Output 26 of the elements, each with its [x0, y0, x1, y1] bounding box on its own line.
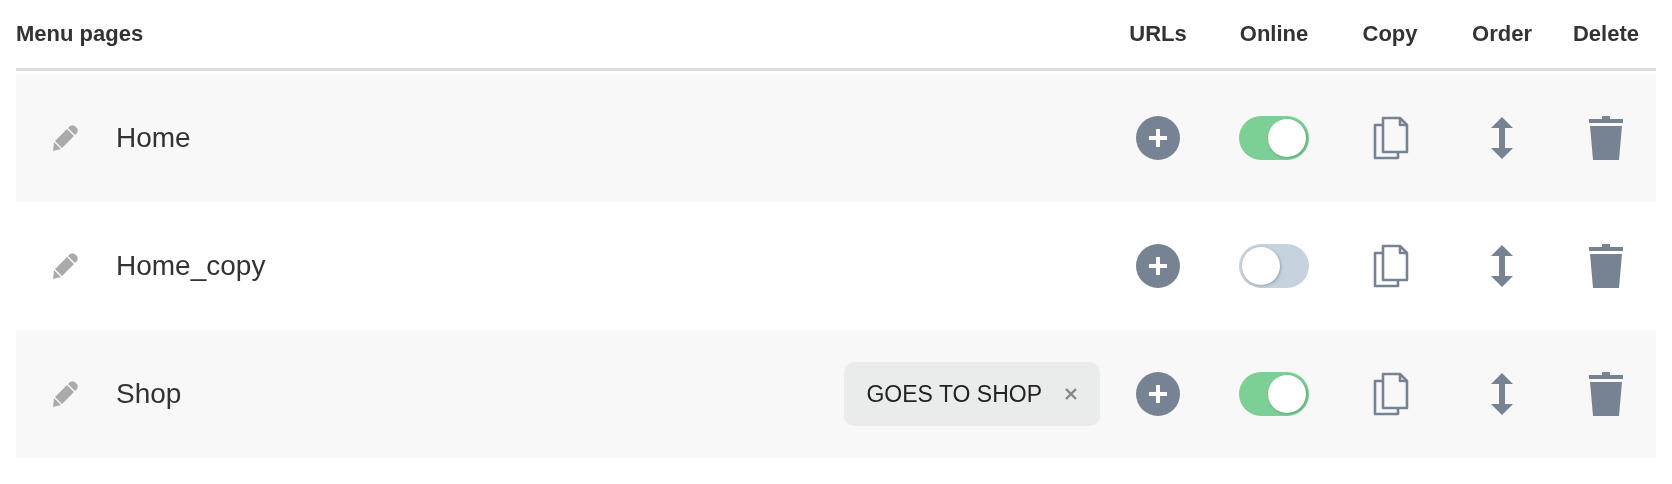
column-header: Copy — [1361, 21, 1419, 47]
trash-icon[interactable] — [1588, 243, 1624, 289]
online-toggle[interactable] — [1239, 244, 1309, 288]
trash-icon[interactable] — [1588, 115, 1624, 161]
online-toggle[interactable] — [1239, 116, 1309, 160]
page-name[interactable]: Home — [116, 122, 191, 154]
add-icon[interactable] — [1136, 244, 1180, 288]
reorder-icon[interactable] — [1490, 244, 1514, 288]
add-icon[interactable] — [1136, 372, 1180, 416]
column-header: Delete — [1571, 21, 1640, 47]
page-name[interactable]: Home_copy — [116, 250, 266, 282]
column-header: Menu pages — [16, 21, 145, 47]
pencil-icon[interactable] — [52, 253, 78, 279]
column-header: URLs — [1128, 21, 1188, 47]
online-toggle[interactable] — [1239, 372, 1309, 416]
url-tag: GOES TO SHOP — [844, 362, 1100, 426]
page-name[interactable]: Shop — [116, 378, 182, 410]
column-header: Online — [1238, 21, 1310, 47]
remove-icon[interactable] — [1064, 387, 1078, 401]
add-icon[interactable] — [1136, 116, 1180, 160]
pencil-icon[interactable] — [52, 381, 78, 407]
pencil-icon[interactable] — [52, 125, 78, 151]
reorder-icon[interactable] — [1490, 372, 1514, 416]
column-header: Order — [1471, 21, 1533, 47]
trash-icon[interactable] — [1588, 371, 1624, 417]
reorder-icon[interactable] — [1490, 116, 1514, 160]
